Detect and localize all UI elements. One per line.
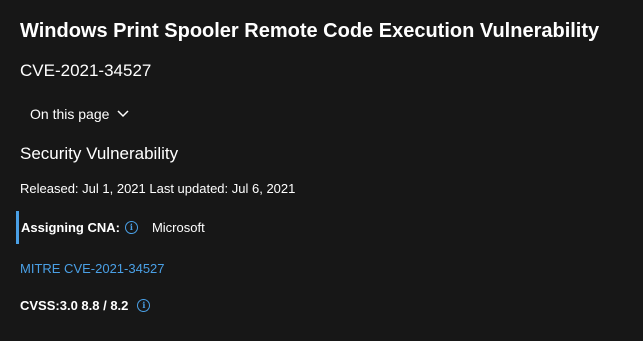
accent-bar xyxy=(16,211,19,244)
section-title: Security Vulnerability xyxy=(20,144,179,163)
info-icon[interactable]: i xyxy=(137,299,151,312)
info-icon[interactable]: i xyxy=(124,221,138,234)
cvss-score: CVSS:3.0 8.8 / 8.2 xyxy=(20,298,129,313)
assigning-cna-row: Assigning CNA: i Microsoft xyxy=(16,211,205,244)
vulnerability-page: Windows Print Spooler Remote Code Execut… xyxy=(0,0,643,341)
cvss-row: CVSS:3.0 8.8 / 8.2 i xyxy=(20,298,151,313)
on-this-page-label: On this page xyxy=(30,106,110,122)
chevron-down-icon xyxy=(117,110,129,118)
assigning-cna-label: Assigning CNA: xyxy=(21,220,120,235)
release-dates: Released: Jul 1, 2021 Last updated: Jul … xyxy=(20,181,296,196)
page-title: Windows Print Spooler Remote Code Execut… xyxy=(20,20,600,42)
assigning-cna-value: Microsoft xyxy=(151,220,205,235)
cve-id: CVE-2021-34527 xyxy=(20,61,152,80)
on-this-page-dropdown[interactable]: On this page xyxy=(30,104,129,124)
mitre-cve-link[interactable]: MITRE CVE-2021-34527 xyxy=(20,260,165,278)
